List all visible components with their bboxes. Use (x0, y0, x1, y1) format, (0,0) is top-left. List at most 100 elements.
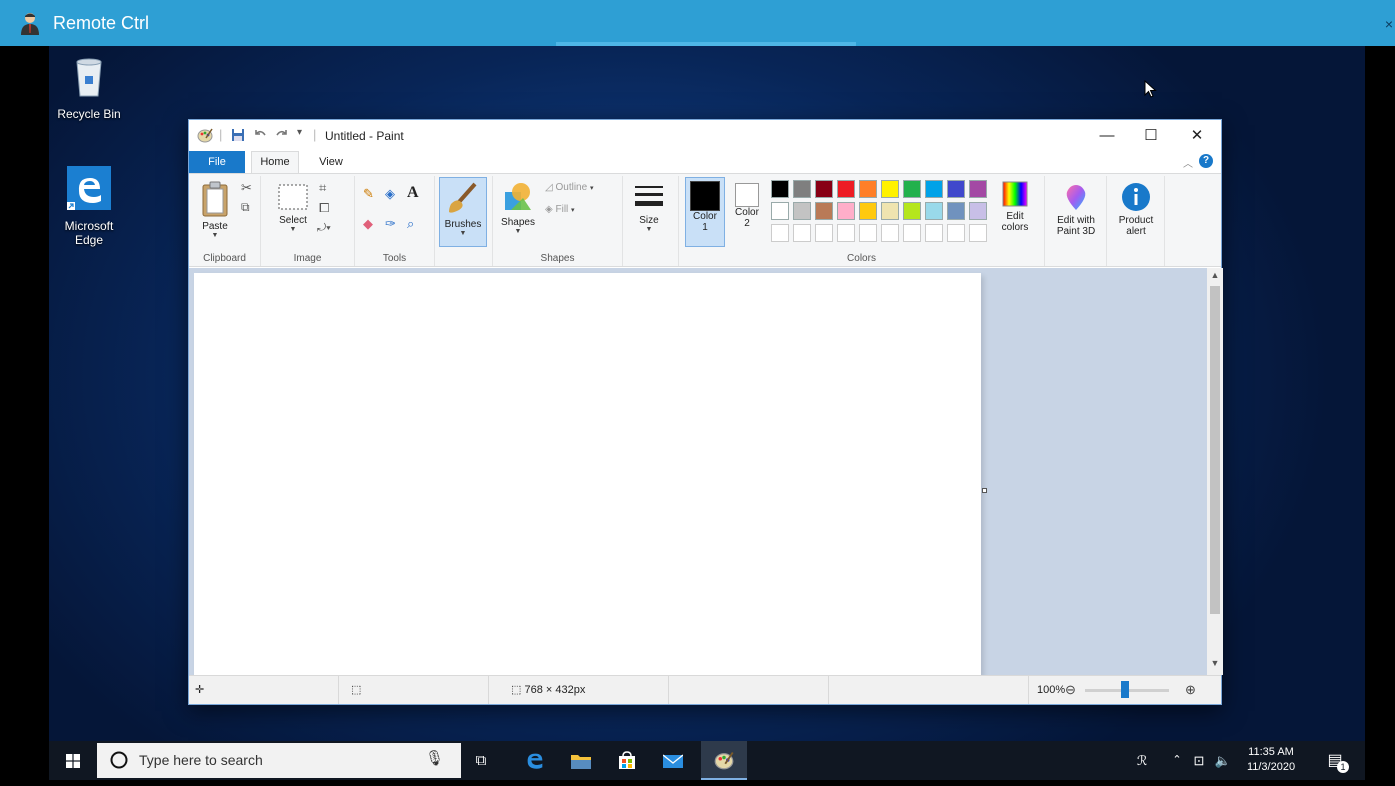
palette-swatch[interactable] (859, 180, 877, 198)
palette-custom-slot[interactable] (771, 224, 789, 242)
edit-colors-button[interactable]: Edit colors (995, 180, 1035, 233)
magnifier-icon[interactable]: ⌕ (407, 216, 414, 232)
select-button[interactable]: Select ▼ (273, 182, 313, 233)
help-icon[interactable]: ? (1199, 154, 1213, 168)
palette-swatch[interactable] (881, 202, 899, 220)
redo-icon[interactable] (275, 128, 289, 142)
mail-icon[interactable] (655, 741, 691, 780)
palette-custom-slot[interactable] (903, 224, 921, 242)
clock[interactable]: 11:35 AM 11/3/2020 (1235, 741, 1307, 780)
vertical-scrollbar[interactable]: ▲ ▼ (1207, 268, 1223, 675)
paste-button[interactable]: Paste ▼ (195, 180, 235, 239)
action-center-button[interactable]: ▤ 1 (1317, 741, 1353, 780)
scroll-up-arrow-icon[interactable]: ▲ (1207, 270, 1223, 280)
palette-custom-slot[interactable] (947, 224, 965, 242)
microphone-icon[interactable]: 🎙 (425, 749, 444, 767)
color-picker-icon[interactable]: ✑ (385, 216, 396, 232)
palette-swatch[interactable] (837, 180, 855, 198)
show-hidden-icons-icon[interactable]: ⌃ (1167, 741, 1187, 780)
drawing-canvas[interactable] (194, 273, 981, 675)
copy-icon[interactable]: ⧉ (241, 200, 250, 215)
fill-bucket-icon[interactable]: ◈ (385, 186, 395, 202)
taskbar-edge-icon[interactable] (517, 741, 553, 780)
image-group: Select ▼ ⌗ ⧠ ⤾▾ Image (261, 176, 355, 266)
palette-swatch[interactable] (837, 202, 855, 220)
brushes-button[interactable]: Brushes ▼ (439, 177, 487, 247)
pencil-icon[interactable]: ✎ (363, 186, 374, 202)
palette-swatch[interactable] (793, 202, 811, 220)
palette-swatch[interactable] (947, 202, 965, 220)
palette-custom-slot[interactable] (837, 224, 855, 242)
task-view-icon[interactable]: ⧉ (463, 741, 499, 780)
palette-swatch[interactable] (925, 202, 943, 220)
windows-logo-icon (66, 754, 80, 768)
undo-icon[interactable] (253, 128, 267, 142)
palette-swatch[interactable] (815, 202, 833, 220)
collapse-ribbon-icon[interactable]: ︿ (1183, 155, 1193, 170)
desktop-icon-recycle-bin[interactable]: Recycle Bin (49, 52, 129, 121)
palette-custom-slot[interactable] (793, 224, 811, 242)
canvas-resize-handle[interactable] (982, 488, 987, 493)
palette-swatch[interactable] (881, 180, 899, 198)
customize-quick-access-icon[interactable]: ▾ (297, 127, 302, 138)
cut-icon[interactable]: ✂ (241, 180, 252, 196)
save-icon[interactable] (231, 128, 245, 142)
color2-label: Color (735, 207, 759, 218)
edit-with-paint3d-button[interactable]: Edit with Paint 3D (1049, 182, 1103, 237)
fill-button[interactable]: ◈ Fill ▾ (545, 204, 575, 215)
palette-swatch[interactable] (793, 180, 811, 198)
palette-swatch[interactable] (903, 202, 921, 220)
color2-button[interactable]: Color 2 (729, 177, 765, 229)
palette-swatch[interactable] (969, 202, 987, 220)
resize-icon[interactable]: ⧠ (319, 200, 329, 216)
file-explorer-icon[interactable] (563, 741, 599, 780)
palette-swatch[interactable] (947, 180, 965, 198)
folder-glyph (571, 755, 591, 769)
network-icon[interactable]: ⊡ (1187, 741, 1211, 780)
zoom-slider-thumb[interactable] (1121, 681, 1129, 698)
image-size-icon: ⬚ (511, 684, 522, 696)
paint-glyph (714, 751, 734, 770)
scrollbar-thumb[interactable] (1210, 286, 1220, 614)
zoom-out-icon[interactable]: ⊖ (1065, 676, 1076, 704)
palette-swatch[interactable] (925, 180, 943, 198)
volume-icon[interactable]: 🔈 (1211, 741, 1235, 780)
maximize-button[interactable]: ☐ (1131, 124, 1171, 148)
palette-custom-slot[interactable] (859, 224, 877, 242)
outline-button[interactable]: ◿ Outline ▾ (545, 182, 593, 193)
people-icon[interactable]: ℛ (1129, 741, 1155, 780)
size-button[interactable]: Size ▼ (629, 182, 669, 233)
palette-swatch[interactable] (969, 180, 987, 198)
taskbar-search-box[interactable]: Type here to search 🎙 (97, 743, 461, 778)
tab-view[interactable]: View (307, 151, 355, 173)
scroll-down-arrow-icon[interactable]: ▼ (1207, 658, 1223, 668)
palette-swatch[interactable] (771, 202, 789, 220)
start-button[interactable] (57, 741, 89, 780)
palette-swatch[interactable] (771, 180, 789, 198)
text-tool-icon[interactable]: A (407, 184, 419, 202)
product-alert-button[interactable]: Product alert (1111, 182, 1161, 237)
crop-icon[interactable]: ⌗ (319, 180, 326, 196)
palette-custom-slot[interactable] (881, 224, 899, 242)
rotate-icon[interactable]: ⤾▾ (317, 222, 331, 235)
zoom-in-icon[interactable]: ⊕ (1185, 676, 1196, 704)
remote-ctrl-close-button[interactable]: × (1385, 16, 1393, 32)
palette-swatch[interactable] (859, 202, 877, 220)
palette-custom-slot[interactable] (815, 224, 833, 242)
palette-swatch[interactable] (815, 180, 833, 198)
palette-custom-slot[interactable] (925, 224, 943, 242)
paint-window: | ▾ | Untitled - Paint — ☐ ✕ File Home V… (188, 119, 1223, 705)
palette-custom-slot[interactable] (969, 224, 987, 242)
taskbar-paint-icon[interactable] (701, 741, 747, 780)
store-icon[interactable] (609, 741, 645, 780)
minimize-button[interactable]: — (1087, 124, 1127, 148)
close-button[interactable]: ✕ (1177, 124, 1217, 148)
eraser-icon[interactable]: ◆ (363, 216, 373, 232)
tab-home[interactable]: Home (251, 151, 299, 174)
desktop-icon-edge[interactable]: Microsoft Edge (49, 164, 129, 247)
palette-swatch[interactable] (903, 180, 921, 198)
color1-button[interactable]: Color 1 (685, 177, 725, 247)
shapes-button[interactable]: Shapes ▼ (497, 180, 539, 235)
shapes-group-label: Shapes (540, 253, 575, 264)
tab-file[interactable]: File (189, 151, 245, 173)
